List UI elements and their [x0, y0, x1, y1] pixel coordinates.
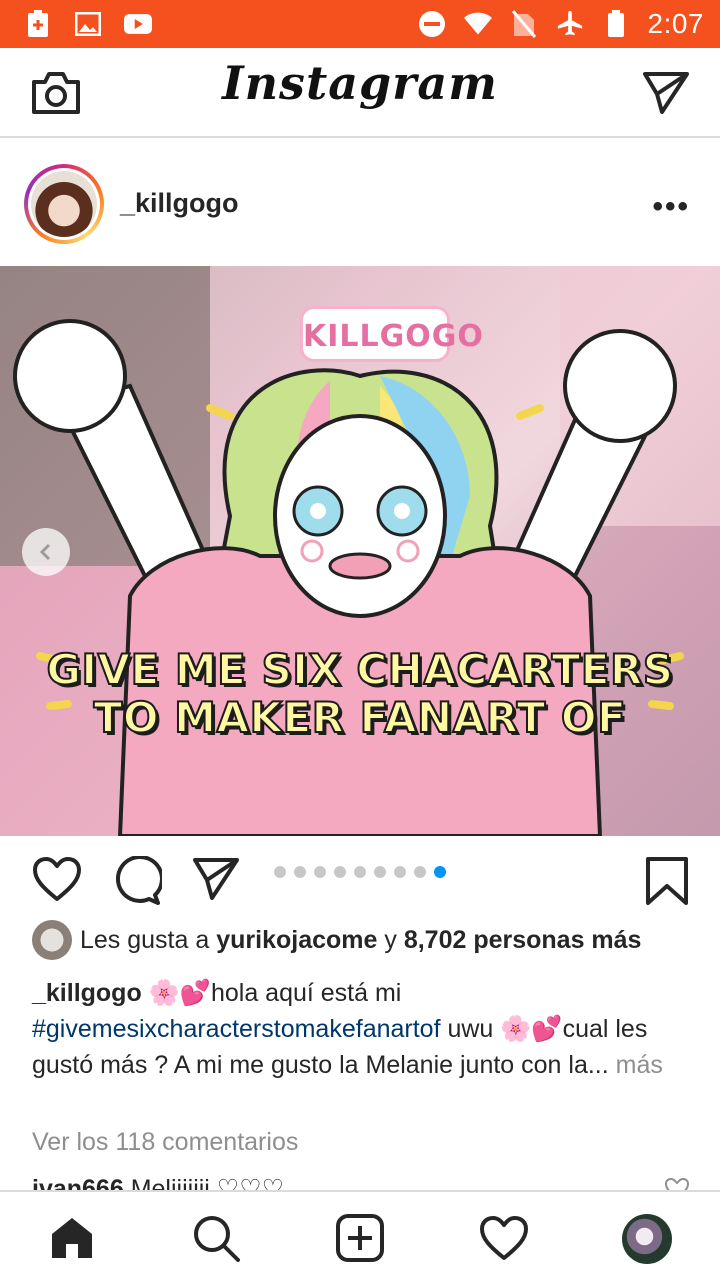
caption-hashtag[interactable]: #givemesixcharacterstomakefanartof — [32, 1015, 441, 1043]
caption-text-1: hola aquí está mi — [210, 979, 402, 1007]
post-username[interactable]: _killgogo — [120, 188, 239, 219]
comment-icon[interactable] — [112, 854, 164, 906]
carousel-dot — [374, 866, 386, 878]
chevron-left-icon — [39, 543, 51, 561]
no-sim-icon — [510, 10, 538, 38]
caption-emoji: 🌸💕 — [148, 979, 211, 1007]
caption-text-2: uwu — [440, 1015, 501, 1043]
story-ring-avatar[interactable] — [24, 164, 104, 244]
new-post-icon[interactable] — [334, 1212, 386, 1264]
battery-icon — [602, 10, 630, 38]
carousel-prev-button[interactable] — [22, 528, 70, 576]
carousel-indicator — [274, 866, 446, 878]
clock: 2:07 — [647, 8, 704, 39]
caption-username[interactable]: _killgogo — [32, 979, 142, 1007]
caption-emoji: 🌸💕 — [500, 1015, 563, 1043]
like-heart-icon[interactable] — [32, 856, 82, 906]
image-icon — [74, 10, 102, 38]
post-image[interactable]: KILLGOGO GIVE ME SIX CHACARTERS TO MAKER… — [0, 266, 720, 836]
likes-count[interactable]: 8,702 personas más — [404, 926, 642, 955]
airplane-icon — [556, 10, 584, 38]
carousel-dot — [414, 866, 426, 878]
caption-more-link[interactable]: más — [609, 1051, 663, 1079]
search-icon[interactable] — [190, 1212, 242, 1264]
carousel-dot — [434, 866, 446, 878]
do-not-disturb-icon — [418, 10, 446, 38]
activity-heart-icon[interactable] — [478, 1212, 530, 1264]
headline-line-1: GIVE ME SIX CHACARTERS — [45, 645, 674, 695]
profile-avatar[interactable] — [622, 1214, 672, 1264]
instagram-logo: Instagram — [222, 56, 498, 110]
view-comments-link[interactable]: Ver los 118 comentarios — [32, 1128, 298, 1157]
carousel-dot — [394, 866, 406, 878]
status-bar: 2:07 — [0, 0, 720, 48]
carousel-dot — [314, 866, 326, 878]
direct-message-icon[interactable] — [642, 70, 690, 116]
top-app-bar: Instagram — [0, 48, 720, 138]
carousel-dot — [334, 866, 346, 878]
share-icon[interactable] — [192, 856, 242, 906]
post-caption: _killgogo 🌸💕hola aquí está mi #givemesix… — [32, 975, 697, 1083]
headline-line-2: TO MAKER FANART OF — [93, 693, 627, 743]
battery-saver-icon — [24, 10, 52, 38]
home-icon[interactable] — [46, 1212, 98, 1264]
likes-middle: y — [377, 925, 404, 954]
youtube-icon — [124, 10, 152, 38]
likes-prefix: Les gusta a — [80, 925, 217, 954]
more-options-icon[interactable]: ••• — [652, 190, 690, 224]
liker-avatar — [32, 920, 72, 960]
carousel-dot — [354, 866, 366, 878]
image-headline: GIVE ME SIX CHACARTERS TO MAKER FANART O… — [40, 645, 680, 743]
liker-username[interactable]: yurikojacome — [216, 926, 377, 955]
avatar — [31, 171, 97, 237]
post-actions — [0, 836, 720, 926]
wifi-icon — [463, 10, 492, 38]
watermark-text: KILLGOGO — [300, 306, 483, 362]
carousel-dot — [294, 866, 306, 878]
carousel-dot — [274, 866, 286, 878]
bottom-navigation — [0, 1190, 720, 1280]
post-header: _killgogo ••• — [0, 140, 720, 266]
likes-line[interactable]: Les gusta a yurikojacome y 8,702 persona… — [32, 920, 641, 960]
bookmark-icon[interactable] — [644, 856, 692, 906]
